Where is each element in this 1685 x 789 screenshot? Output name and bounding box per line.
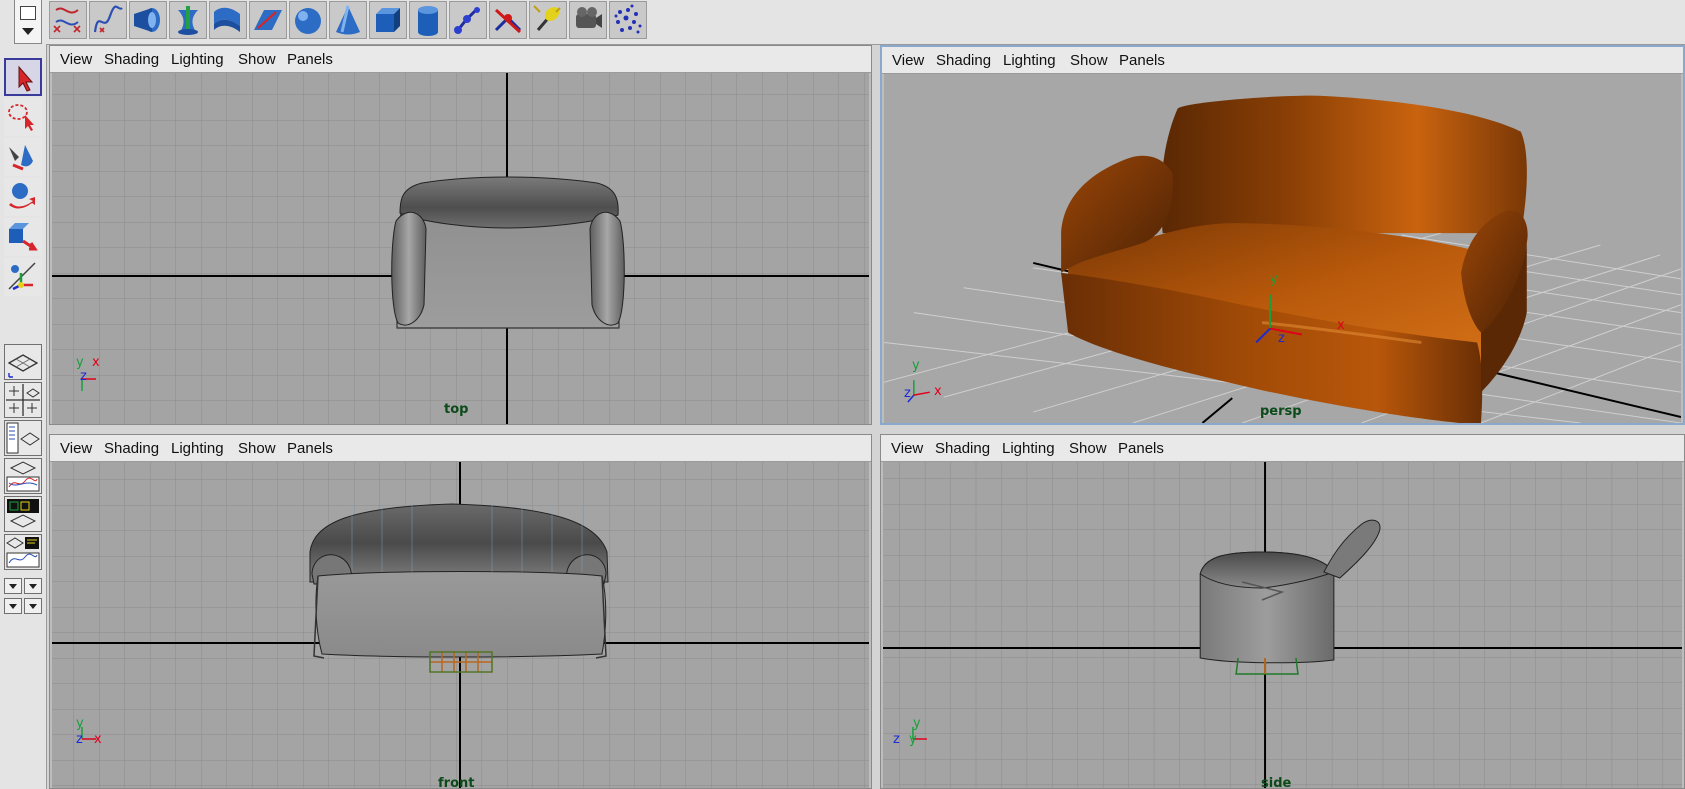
sofa-front-view[interactable]: [309, 503, 609, 673]
menu-view[interactable]: View: [891, 440, 923, 457]
cv-curve-icon[interactable]: [89, 1, 127, 39]
polygon-cylinder-icon[interactable]: [409, 1, 447, 39]
menu-panels[interactable]: Panels: [287, 440, 333, 457]
camera-label: front: [438, 776, 475, 789]
menu-shading[interactable]: Shading: [104, 440, 159, 457]
axis-y-label: y: [912, 358, 920, 373]
shelf-tab-icon: [20, 6, 36, 20]
viewport-top: View Shading Lighting Show Panels y x z …: [49, 45, 872, 425]
axis-z-label: z: [893, 732, 900, 747]
curve-tools-icon[interactable]: [49, 1, 87, 39]
layout-dropdown-2[interactable]: [24, 578, 42, 594]
camera-label: top: [444, 402, 469, 417]
shelf: [0, 0, 1685, 45]
menu-shading[interactable]: Shading: [935, 440, 990, 457]
viewport-front: View Shading Lighting Show Panels y z x …: [49, 434, 872, 789]
menu-show[interactable]: Show: [238, 440, 276, 457]
menu-show[interactable]: Show: [1069, 440, 1107, 457]
local-axis-y-label: y: [1270, 272, 1278, 287]
nurbs-cone-icon[interactable]: [329, 1, 367, 39]
hypershade-persp-layout-button[interactable]: [4, 496, 42, 532]
axis-z-label: z: [76, 732, 83, 747]
point-light-icon[interactable]: [529, 1, 567, 39]
persp-graph-hypershade-layout-button[interactable]: [4, 534, 42, 570]
scale-tool[interactable]: [4, 258, 42, 296]
menu-panels[interactable]: Panels: [1118, 440, 1164, 457]
viewport-menubar: View Shading Lighting Show Panels: [881, 435, 1684, 462]
axis-y-label: y: [913, 716, 921, 731]
toolbox: [0, 44, 47, 789]
axis-z-label: z: [904, 386, 911, 401]
viewport-canvas-side[interactable]: [883, 462, 1682, 788]
axis-x-label: x: [934, 384, 942, 399]
local-axis-z-label: z: [1278, 331, 1285, 346]
layout-dropdown-3[interactable]: [4, 598, 22, 614]
axis-x-label: x: [94, 732, 102, 747]
menu-lighting[interactable]: Lighting: [171, 51, 224, 68]
axis-y-label-2: y: [909, 732, 917, 747]
viewport-side: View Shading Lighting Show Panels y z y …: [880, 434, 1685, 789]
extrude-icon[interactable]: [209, 1, 247, 39]
viewport-canvas-top[interactable]: [52, 73, 869, 424]
local-axis-x-label: x: [1337, 318, 1345, 333]
planar-icon[interactable]: [249, 1, 287, 39]
four-view-layout-button[interactable]: [4, 382, 42, 418]
camera-label: persp: [1260, 404, 1302, 419]
sofa-top-view[interactable]: [391, 176, 625, 329]
axis-y-label: y: [76, 716, 84, 731]
viewport-canvas-front[interactable]: [52, 462, 869, 788]
menu-panels[interactable]: Panels: [287, 51, 333, 68]
menu-lighting[interactable]: Lighting: [171, 440, 224, 457]
loft-icon[interactable]: [169, 1, 207, 39]
persp-outliner-layout-button[interactable]: [4, 420, 42, 456]
viewport-menubar: View Shading Lighting Show Panels: [50, 435, 871, 462]
nurbs-sphere-icon[interactable]: [289, 1, 327, 39]
shelf-menu-button[interactable]: [14, 0, 42, 44]
menu-show[interactable]: Show: [238, 51, 276, 68]
rotate-tool[interactable]: [4, 218, 42, 256]
axis-y-label: y: [76, 355, 84, 370]
axis-x-label: x: [92, 355, 100, 370]
persp-graph-layout-button[interactable]: [4, 458, 42, 494]
menu-shading[interactable]: Shading: [104, 51, 159, 68]
sofa-perspective-view[interactable]: [1061, 95, 1528, 423]
paint-select-tool[interactable]: [4, 138, 42, 176]
lasso-tool[interactable]: [4, 98, 42, 136]
viewport-canvas-persp[interactable]: [884, 74, 1681, 423]
layout-dropdown-1[interactable]: [4, 578, 22, 594]
menu-view[interactable]: View: [60, 51, 92, 68]
ik-joint-icon[interactable]: [449, 1, 487, 39]
menu-view[interactable]: View: [60, 440, 92, 457]
viewport-menubar: View Shading Lighting Show Panels: [882, 47, 1683, 74]
particles-icon[interactable]: [609, 1, 647, 39]
select-tool[interactable]: [4, 58, 42, 96]
layout-dropdown-4[interactable]: [24, 598, 42, 614]
menu-show[interactable]: Show: [1070, 52, 1108, 69]
menu-lighting[interactable]: Lighting: [1003, 52, 1056, 69]
polygon-cube-icon[interactable]: [369, 1, 407, 39]
menu-panels[interactable]: Panels: [1119, 52, 1165, 69]
viewport-menubar: View Shading Lighting Show Panels: [50, 46, 871, 73]
move-tool[interactable]: [4, 178, 42, 216]
chevron-down-icon: [22, 28, 34, 35]
camera-icon[interactable]: [569, 1, 607, 39]
menu-view[interactable]: View: [892, 52, 924, 69]
single-perspective-layout-button[interactable]: [4, 344, 42, 380]
menu-shading[interactable]: Shading: [936, 52, 991, 69]
ik-handle-icon[interactable]: [489, 1, 527, 39]
axis-z-label: z: [80, 369, 87, 384]
revolve-icon[interactable]: [129, 1, 167, 39]
menu-lighting[interactable]: Lighting: [1002, 440, 1055, 457]
viewport-persp: View Shading Lighting Show Panels y x z …: [880, 45, 1685, 425]
camera-label: side: [1261, 776, 1292, 789]
